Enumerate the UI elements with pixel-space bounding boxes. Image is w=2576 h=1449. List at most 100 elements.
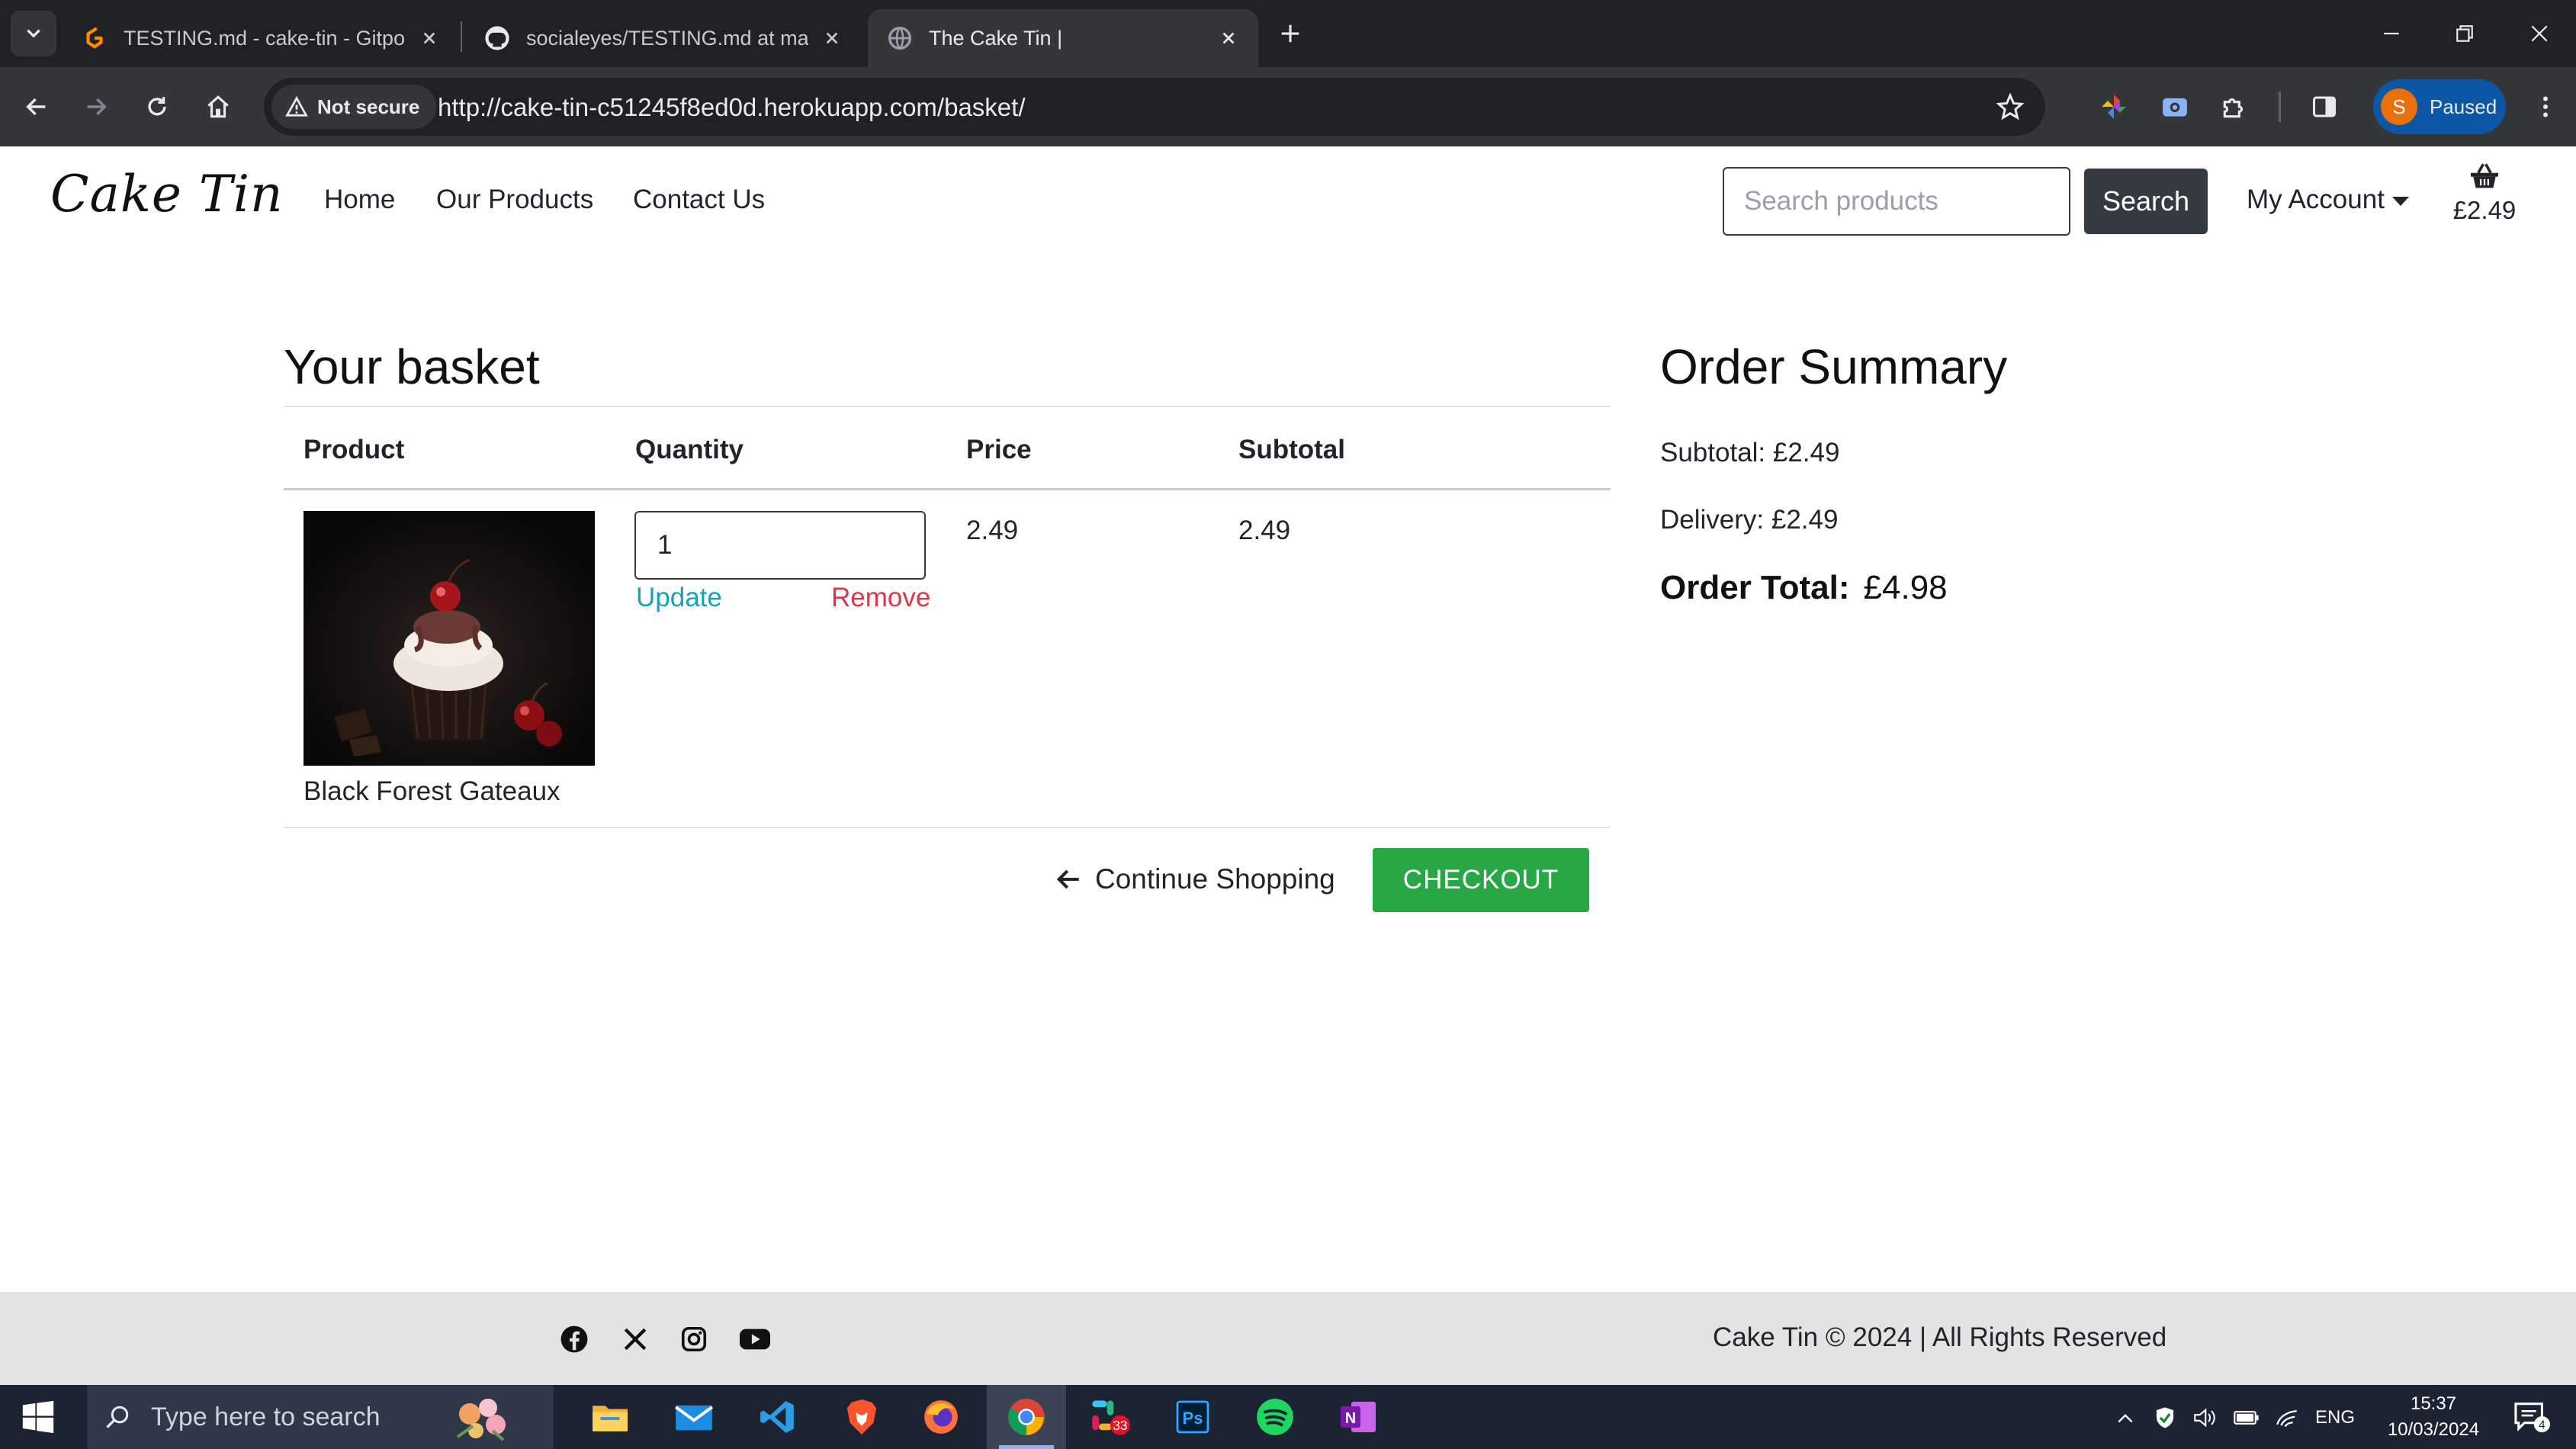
basket-icon [2471, 163, 2498, 188]
taskbar-slack[interactable]: 33 [1071, 1385, 1150, 1449]
battery-tray-icon[interactable] [2231, 1405, 2262, 1431]
extension-colorpick-button[interactable] [2094, 87, 2134, 127]
plus-icon [1281, 24, 1299, 43]
tab-search-button[interactable] [11, 11, 56, 56]
notification-count: 4 [2539, 1418, 2545, 1431]
nav-home[interactable]: Home [324, 185, 395, 215]
instagram-icon[interactable] [679, 1324, 709, 1354]
close-window-button[interactable] [2515, 9, 2564, 58]
show-hidden-icons-button[interactable] [2112, 1405, 2138, 1431]
remove-link[interactable]: Remove [831, 583, 930, 613]
taskbar-onenote[interactable]: N [1319, 1385, 1399, 1449]
taskbar-file-explorer[interactable] [570, 1385, 650, 1449]
browser-toolbar: Not secure http://cake-tin-c51245f8ed0d.… [0, 67, 2576, 146]
item-subtotal: 2.49 [1238, 516, 1291, 545]
reload-icon [148, 97, 166, 116]
forward-button[interactable] [75, 85, 117, 128]
table-bottom-divider [284, 827, 1611, 828]
os-taskbar: Type here to search 33 Ps N ENG 15:37 10… [0, 1385, 2576, 1449]
defender-tray-icon[interactable] [2150, 1405, 2179, 1431]
side-panel-button[interactable] [2305, 87, 2344, 127]
basket-total: £2.49 [2452, 196, 2517, 224]
wifi-icon [2276, 1409, 2297, 1428]
search-button[interactable]: Search [2084, 169, 2208, 234]
taskbar-brave[interactable] [822, 1385, 901, 1449]
close-icon[interactable] [418, 27, 441, 50]
my-account-dropdown[interactable]: My Account [2247, 185, 2409, 215]
checkout-button[interactable]: CHECKOUT [1373, 848, 1589, 912]
url-text[interactable]: http://cake-tin-c51245f8ed0d.herokuapp.c… [438, 93, 1026, 122]
my-account-label: My Account [2247, 185, 2385, 214]
taskbar-clock[interactable]: 15:37 10/03/2024 [2369, 1391, 2498, 1443]
continue-shopping-link[interactable]: Continue Shopping [1055, 863, 1335, 895]
spotify-icon [1257, 1399, 1293, 1435]
home-button[interactable] [197, 85, 239, 128]
reload-button[interactable] [136, 85, 178, 128]
battery-icon [2234, 1411, 2259, 1425]
browser-tab-strip: TESTING.md - cake-tin - Gitpod socialeye… [0, 0, 2576, 67]
slack-icon: 33 [1092, 1400, 1130, 1435]
side-panel-icon [2313, 96, 2336, 117]
facebook-icon[interactable] [559, 1324, 589, 1354]
address-bar[interactable]: Not secure http://cake-tin-c51245f8ed0d.… [264, 78, 2045, 136]
taskbar-photoshop[interactable]: Ps [1153, 1385, 1232, 1449]
taskbar-chrome[interactable] [987, 1385, 1066, 1449]
minimize-icon [2384, 32, 2399, 35]
volume-tray-icon[interactable] [2190, 1405, 2219, 1431]
caret-down-icon [2391, 197, 2409, 206]
quantity-input[interactable] [634, 511, 926, 580]
restore-icon [2456, 25, 2473, 42]
order-summary-heading: Order Summary [1660, 339, 2008, 394]
network-tray-icon[interactable] [2272, 1405, 2301, 1431]
gitpod-icon [81, 24, 108, 52]
column-header-product: Product [304, 435, 405, 464]
basket-link[interactable]: £2.49 [2446, 162, 2523, 225]
browser-menu-button[interactable] [2526, 87, 2565, 127]
tab-title: socialeyes/TESTING.md at main [526, 26, 808, 50]
taskbar-search[interactable]: Type here to search [87, 1385, 554, 1449]
search-input[interactable] [1723, 167, 2070, 236]
profile-button[interactable]: S Paused [2373, 79, 2506, 134]
minimize-button[interactable] [2367, 9, 2416, 58]
language-indicator[interactable]: ENG [2312, 1405, 2358, 1431]
taskbar-spotify[interactable] [1235, 1385, 1315, 1449]
tab-gitpod[interactable]: TESTING.md - cake-tin - Gitpod [63, 9, 459, 67]
close-icon[interactable] [1217, 27, 1240, 50]
toolbar-divider [2279, 92, 2281, 122]
start-button[interactable] [21, 1400, 55, 1434]
taskbar-firefox[interactable] [901, 1385, 981, 1449]
site-logo[interactable]: Cake Tin [50, 165, 284, 223]
more-vertical-icon [2543, 96, 2548, 117]
product-name: Black Forest Gateaux [304, 776, 560, 806]
tab-github[interactable]: socialeyes/TESTING.md at main [465, 9, 862, 67]
product-image[interactable] [304, 511, 595, 766]
taskbar-vscode[interactable] [738, 1385, 817, 1449]
bookmark-button[interactable] [1992, 88, 2028, 125]
nav-our-products[interactable]: Our Products [436, 185, 593, 215]
youtube-icon[interactable] [740, 1324, 770, 1354]
security-indicator[interactable]: Not secure [271, 85, 437, 129]
taskbar-mail[interactable] [654, 1385, 734, 1449]
extensions-button[interactable] [2215, 87, 2254, 127]
tab-cake-tin[interactable]: The Cake Tin | [868, 9, 1258, 67]
x-icon[interactable] [620, 1324, 650, 1354]
taskbar-search-placeholder: Type here to search [151, 1402, 381, 1431]
arrow-left-icon [26, 98, 46, 116]
globe-icon [886, 24, 914, 52]
restore-button[interactable] [2440, 9, 2489, 58]
new-tab-button[interactable] [1272, 15, 1309, 52]
color-wheel-icon [2102, 95, 2126, 119]
back-button[interactable] [15, 85, 58, 128]
profile-status: Paused [2430, 95, 2497, 118]
column-header-subtotal: Subtotal [1238, 435, 1345, 464]
nav-contact-us[interactable]: Contact Us [633, 185, 765, 215]
basket-heading: Your basket [284, 339, 540, 394]
svg-text:N: N [1345, 1410, 1356, 1427]
close-icon[interactable] [821, 27, 843, 50]
update-link[interactable]: Update [636, 583, 722, 613]
star-icon [1996, 93, 2024, 120]
mail-icon [675, 1405, 713, 1431]
clock-time: 15:37 [2410, 1393, 2457, 1414]
extension-screenshot-button[interactable] [2155, 87, 2195, 127]
notification-center-button[interactable]: 4 [2510, 1399, 2553, 1435]
